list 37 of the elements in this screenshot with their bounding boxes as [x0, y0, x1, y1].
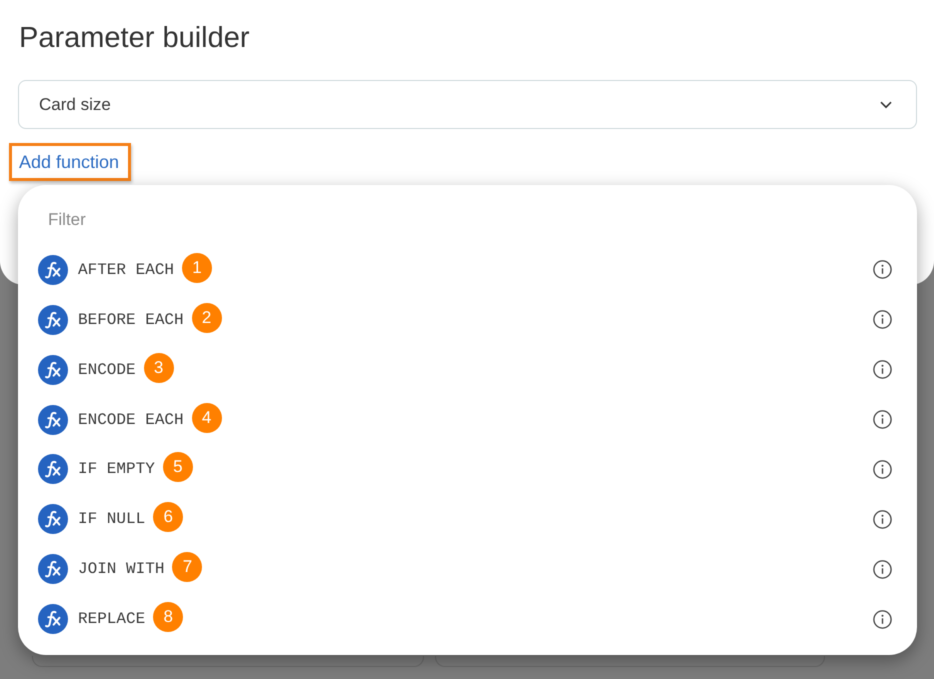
step-badge: 1: [182, 252, 212, 283]
step-badge: 2: [192, 302, 222, 333]
parameter-select[interactable]: Card size: [18, 80, 917, 129]
function-icon: [38, 554, 68, 584]
info-icon[interactable]: [873, 360, 892, 380]
info-icon[interactable]: [873, 460, 892, 479]
chevron-down-icon: [880, 100, 892, 108]
function-name[interactable]: REPLACE: [78, 610, 146, 628]
page-title: Parameter builder: [19, 21, 250, 56]
function-icon: [38, 604, 68, 634]
function-icon: [38, 504, 68, 534]
step-badge: 3: [144, 352, 174, 383]
function-name[interactable]: ENCODE: [78, 360, 136, 379]
function-icon: [38, 254, 68, 285]
function-name[interactable]: IF EMPTY: [78, 460, 155, 478]
step-badge: 4: [192, 402, 222, 432]
function-icon: [38, 354, 68, 385]
info-icon[interactable]: [873, 260, 892, 280]
step-badge: 7: [172, 552, 202, 582]
function-icon: [38, 454, 68, 484]
info-icon[interactable]: [873, 610, 892, 629]
filter-field[interactable]: Filter: [38, 195, 338, 245]
function-name[interactable]: ENCODE EACH: [78, 410, 184, 428]
function-name[interactable]: JOIN WITH: [78, 560, 164, 578]
step-badge: 6: [153, 502, 184, 532]
step-badge: 5: [162, 452, 193, 482]
function-name[interactable]: BEFORE EACH: [78, 310, 184, 329]
info-icon[interactable]: [873, 310, 892, 330]
info-icon[interactable]: [873, 510, 892, 529]
function-name[interactable]: AFTER EACH: [78, 260, 174, 279]
function-icon: [38, 404, 68, 434]
info-icon[interactable]: [873, 410, 892, 429]
function-name[interactable]: IF NULL: [78, 510, 146, 528]
info-icon[interactable]: [873, 560, 892, 579]
add-function-link[interactable]: Add function: [9, 143, 132, 181]
step-badge: 8: [153, 602, 184, 632]
function-icon: [38, 304, 68, 335]
